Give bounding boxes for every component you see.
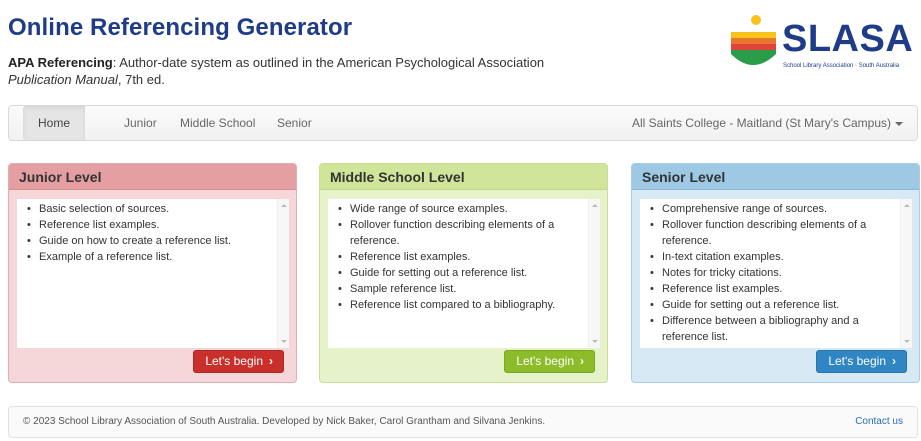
senior-panel: Senior Level Comprehensive range of sour…: [631, 163, 920, 383]
subtitle-end: , 7th ed.: [117, 72, 165, 87]
list-item: Reference list examples.: [338, 249, 582, 265]
list-item: Comprehensive range of sources.: [650, 201, 894, 217]
button-label: Let's begin: [828, 354, 886, 368]
caret-down-icon: [895, 122, 903, 126]
list-item: Sample reference list.: [338, 281, 582, 297]
school-dropdown[interactable]: All Saints College - Maitland (St Mary's…: [632, 106, 891, 140]
list-item: Notes for tricky citations.: [650, 265, 894, 281]
page-title: Online Referencing Generator: [8, 14, 353, 41]
contact-us-link[interactable]: Contact us: [855, 407, 903, 437]
slasa-logo-icon: [731, 15, 776, 65]
nav-junior[interactable]: Junior: [124, 106, 157, 140]
list-item: Reference list examples.: [27, 217, 271, 233]
panel-body: Wide range of source examples. Rollover …: [328, 199, 600, 348]
feature-list: Basic selection of sources. Reference li…: [17, 199, 289, 265]
scroll-up-icon[interactable]: [281, 204, 287, 207]
feature-list: Comprehensive range of sources. Rollover…: [640, 199, 912, 345]
nav-senior[interactable]: Senior: [277, 106, 312, 140]
panel-title: Senior Level: [632, 164, 919, 190]
subtitle-text: : Author-date system as outlined in the …: [112, 55, 545, 70]
scrollbar[interactable]: [900, 199, 912, 348]
list-item: Basic selection of sources.: [27, 201, 271, 217]
list-item: Guide for setting out a reference list.: [650, 297, 894, 313]
list-item: Guide for setting out a reference list.: [338, 265, 582, 281]
scroll-up-icon[interactable]: [592, 204, 598, 207]
page-subtitle: APA Referencing: Author-date system as o…: [8, 54, 608, 88]
button-label: Let's begin: [516, 354, 574, 368]
subtitle-bold: APA Referencing: [8, 55, 113, 70]
list-item: Rollover function describing elements of…: [338, 217, 582, 249]
panel-body: Basic selection of sources. Reference li…: [17, 199, 289, 348]
nav-home[interactable]: Home: [23, 106, 85, 140]
copyright-text: © 2023 School Library Association of Sou…: [23, 416, 546, 427]
chevron-right-icon: ›: [269, 354, 273, 368]
list-item: Wide range of source examples.: [338, 201, 582, 217]
list-item: Reference list compared to a bibliograph…: [338, 297, 582, 313]
panel-body: Comprehensive range of sources. Rollover…: [640, 199, 912, 348]
list-item: Reference list examples.: [650, 281, 894, 297]
nav-middle-school[interactable]: Middle School: [180, 106, 255, 140]
middle-school-begin-button[interactable]: Let's begin ›: [504, 350, 595, 373]
scrollbar[interactable]: [588, 199, 600, 348]
junior-panel: Junior Level Basic selection of sources.…: [8, 163, 297, 383]
main-navbar: Home Junior Middle School Senior All Sai…: [8, 105, 918, 141]
middle-school-panel: Middle School Level Wide range of source…: [319, 163, 608, 383]
senior-begin-button[interactable]: Let's begin ›: [816, 350, 907, 373]
list-item: Guide on how to create a reference list.: [27, 233, 271, 249]
panel-title: Junior Level: [9, 164, 296, 190]
list-item: Example of a reference list.: [27, 249, 271, 265]
logo-tagline: School Library Association · South Austr…: [783, 63, 900, 69]
scroll-down-icon[interactable]: [281, 340, 287, 343]
subtitle-italic: Publication Manual: [8, 72, 118, 87]
slasa-logo: SLASA School Library Association · South…: [728, 14, 921, 74]
chevron-right-icon: ›: [580, 354, 584, 368]
junior-begin-button[interactable]: Let's begin ›: [193, 350, 284, 373]
button-label: Let's begin: [205, 354, 263, 368]
scrollbar[interactable]: [277, 199, 289, 348]
panel-title: Middle School Level: [320, 164, 607, 190]
chevron-right-icon: ›: [892, 354, 896, 368]
scroll-down-icon[interactable]: [904, 340, 910, 343]
scroll-up-icon[interactable]: [904, 204, 910, 207]
list-item: Difference between a bibliography and a …: [650, 313, 894, 345]
feature-list: Wide range of source examples. Rollover …: [328, 199, 600, 313]
list-item: In-text citation examples.: [650, 249, 894, 265]
scroll-down-icon[interactable]: [592, 340, 598, 343]
page-footer: © 2023 School Library Association of Sou…: [8, 406, 918, 438]
list-item: Rollover function describing elements of…: [650, 217, 894, 249]
logo-word: SLASA: [782, 18, 914, 60]
